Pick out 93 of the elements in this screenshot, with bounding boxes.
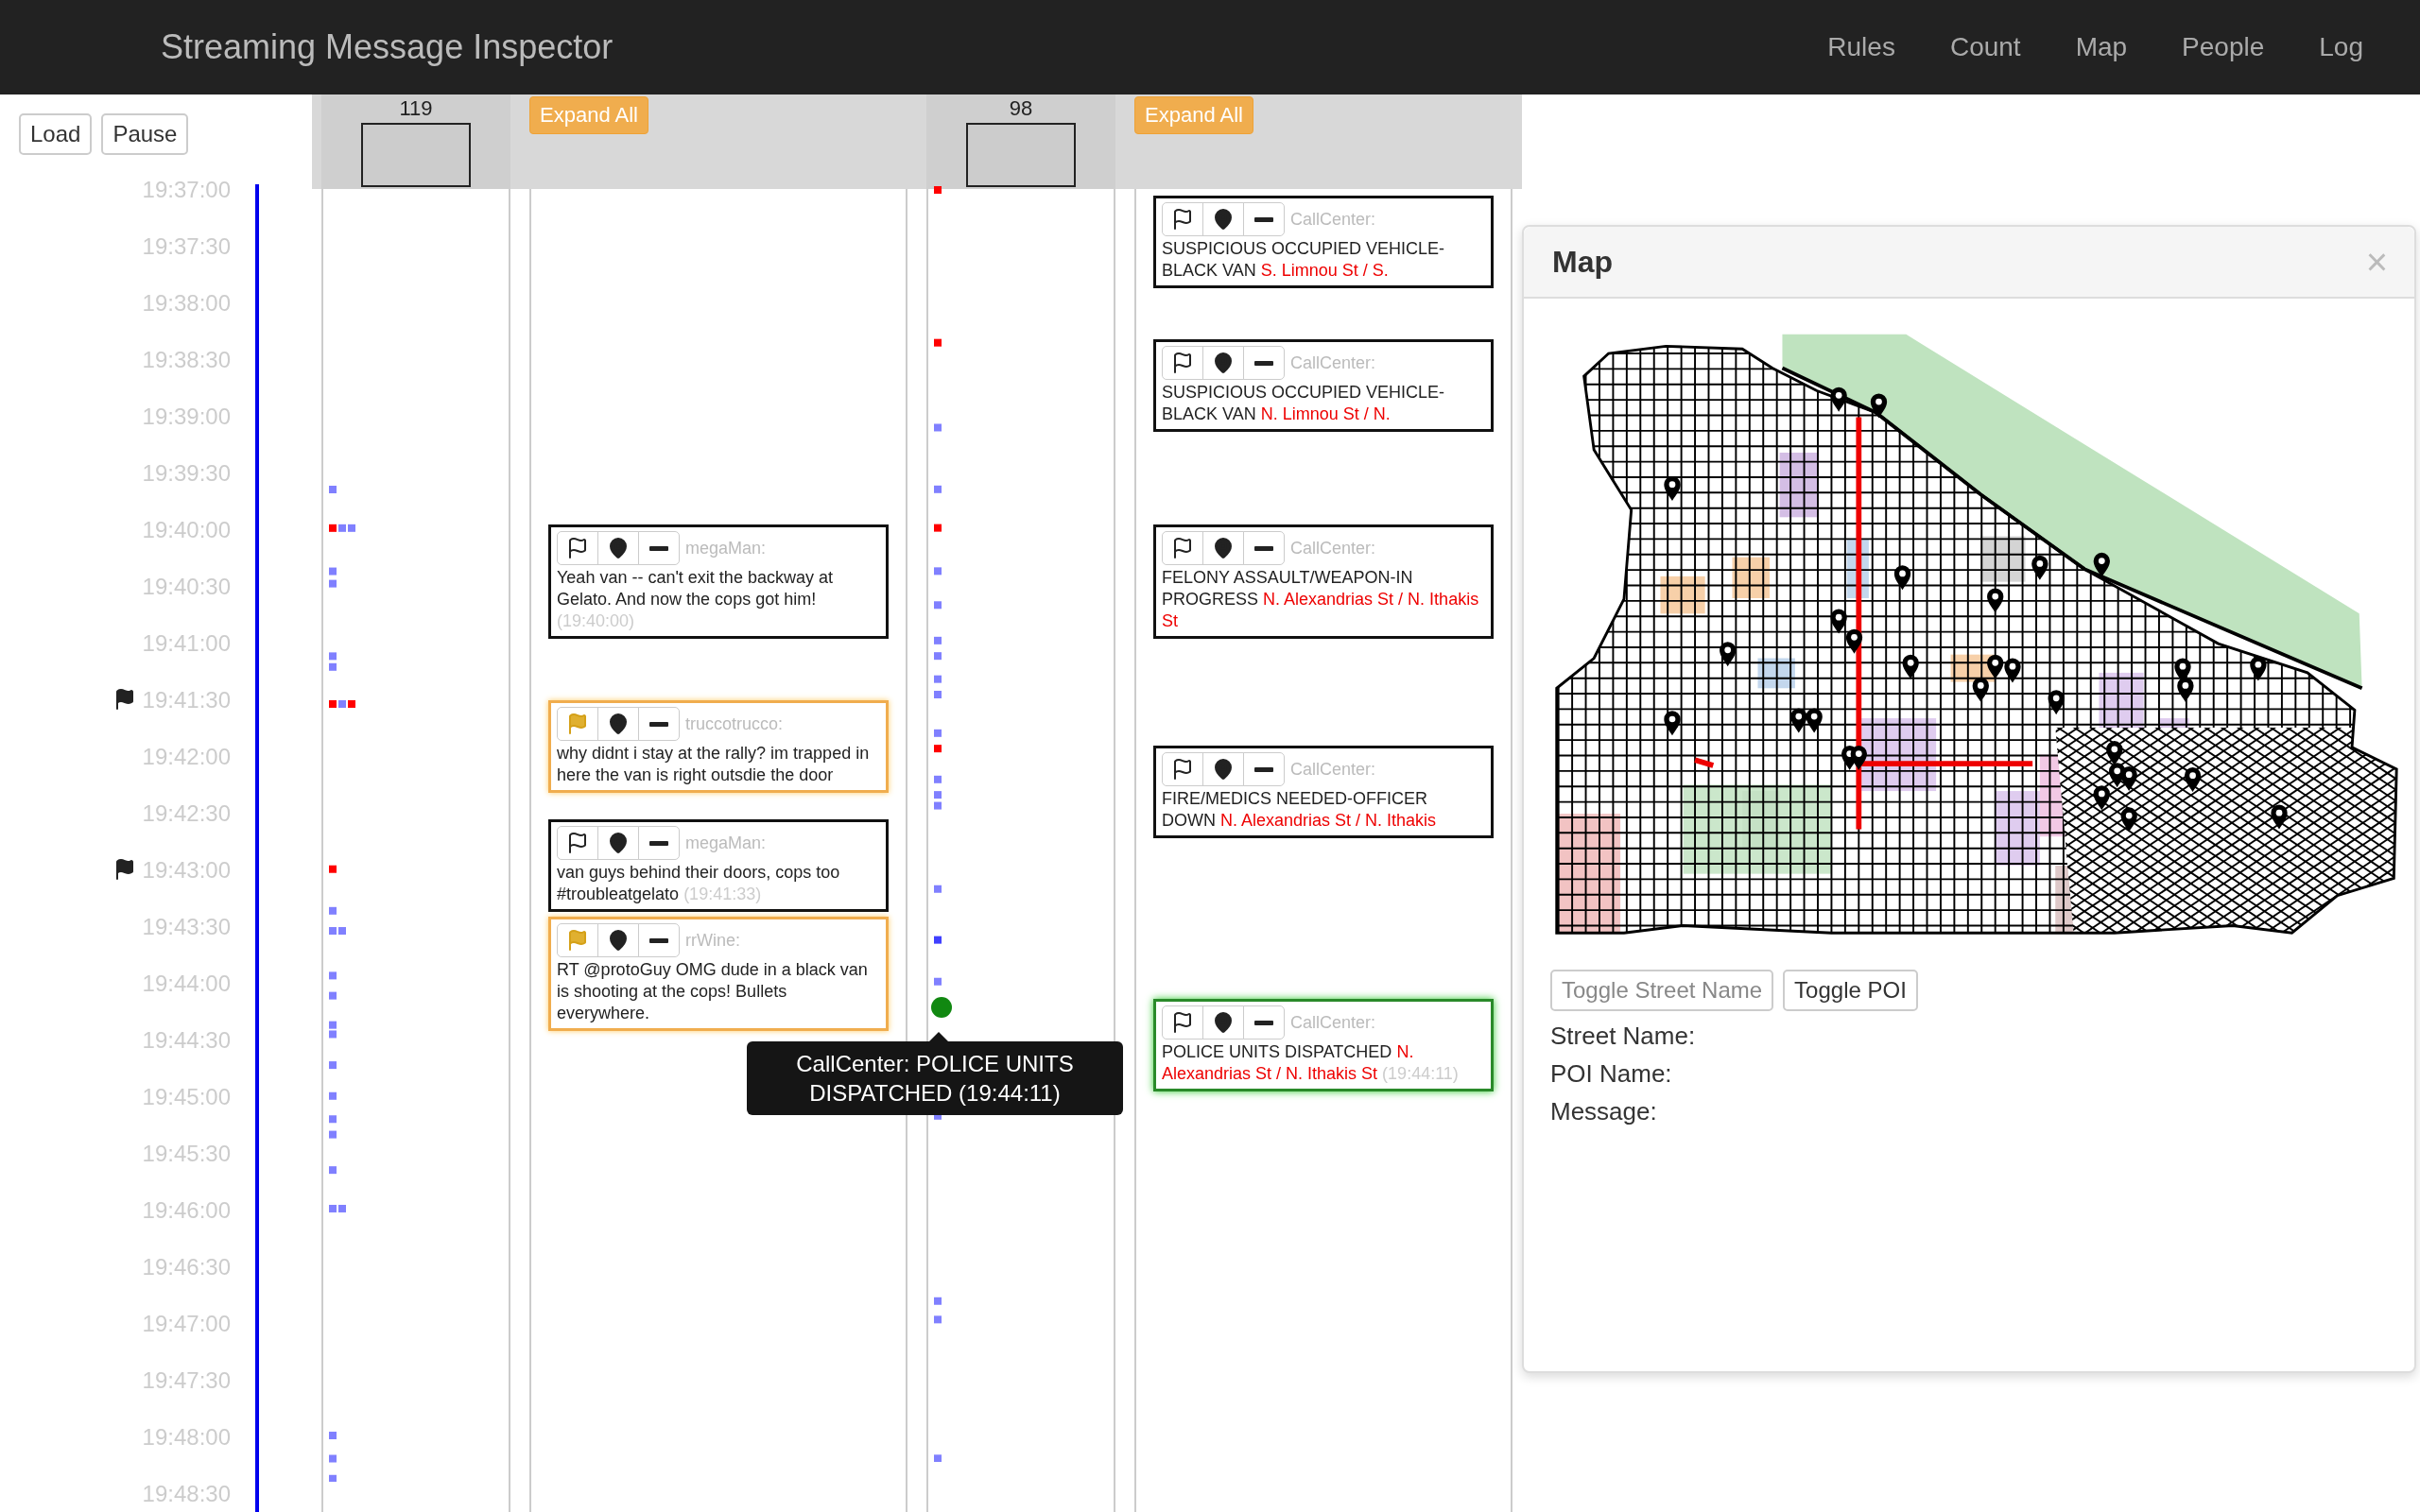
flag-button[interactable] xyxy=(1162,752,1203,786)
locate-button[interactable] xyxy=(1202,752,1244,786)
flag-button[interactable] xyxy=(557,826,598,860)
collapse-button[interactable] xyxy=(638,826,680,860)
message-card[interactable]: CallCenter: FELONY ASSAULT/WEAPON-IN PROGRESS N. Alexandrias St / N. Ithakis St xyxy=(1153,524,1494,639)
collapse-button[interactable] xyxy=(638,531,680,565)
message-text: why didnt i stay at the rally? im trapped in here the van is right outsdie the door xyxy=(557,743,871,786)
map-pin-icon xyxy=(607,713,630,735)
event-count: 98 xyxy=(1009,96,1033,121)
message-card[interactable]: CallCenter: SUSPICIOUS OCCUPIED VEHICLE-BLACK VAN S. Limnou St / S. xyxy=(1153,196,1494,288)
flag-icon xyxy=(1171,758,1194,781)
collapse-button[interactable] xyxy=(1243,752,1285,786)
user-name: megaMan: xyxy=(685,833,767,853)
locate-button[interactable] xyxy=(597,707,639,741)
flag-icon xyxy=(566,537,589,559)
minus-icon xyxy=(649,937,668,943)
message-card[interactable]: truccotrucco: why didnt i stay at the rally? im trapped in here the van is right outsdie the door xyxy=(548,700,889,793)
flag-button[interactable] xyxy=(1162,1005,1203,1040)
message-text: SUSPICIOUS OCCUPIED VEHICLE-BLACK VAN S. Limnou St / S. xyxy=(1162,238,1446,282)
flag-icon xyxy=(1171,208,1194,231)
nav-link[interactable]: People xyxy=(2182,32,2265,62)
user-name: CallCenter: xyxy=(1290,352,1376,373)
locate-button[interactable] xyxy=(1202,202,1244,236)
map-pin-icon xyxy=(607,832,630,854)
tooltip-arrow xyxy=(929,1032,948,1041)
message-card[interactable]: CallCenter: FIRE/MEDICS NEEDED-OFFICER DOWN N. Alexandrias St / N. Ithakis xyxy=(1153,746,1494,838)
map-pin-icon xyxy=(1212,208,1235,231)
flag-icon xyxy=(1171,352,1194,374)
flag-icon xyxy=(566,713,589,735)
flag-icon xyxy=(1171,1011,1194,1034)
message-card[interactable]: CallCenter: SUSPICIOUS OCCUPIED VEHICLE-BLACK VAN N. Limnou St / N. xyxy=(1153,339,1494,432)
panel-title: Map xyxy=(1552,244,1613,280)
info-label: POI Name: xyxy=(1550,1058,1673,1090)
user-name: megaMan: xyxy=(685,538,767,558)
toggle-button[interactable]: Toggle POI xyxy=(1783,970,1918,1011)
control-button[interactable]: Load xyxy=(19,113,93,155)
message-text: RT @protoGuy OMG dude in a black van is shooting at the cops! Bullets everywhere. xyxy=(557,959,869,1024)
event-count: 119 xyxy=(399,96,433,121)
map-pin-icon xyxy=(1212,758,1235,781)
app-title: Streaming Message Inspector xyxy=(161,27,614,67)
message-text: SUSPICIOUS OCCUPIED VEHICLE-BLACK VAN N. Limnou St / N. xyxy=(1162,382,1446,425)
locate-button[interactable] xyxy=(1202,1005,1244,1040)
nav-link[interactable]: Log xyxy=(2319,32,2363,62)
collapse-button[interactable] xyxy=(1243,1005,1285,1040)
viewport-box[interactable] xyxy=(966,123,1076,187)
map-pin-icon xyxy=(1212,1011,1235,1034)
user-name: CallCenter: xyxy=(1290,209,1376,230)
minus-icon xyxy=(649,840,668,846)
locate-button[interactable] xyxy=(1202,531,1244,565)
locate-button[interactable] xyxy=(597,923,639,957)
nav-link[interactable]: Count xyxy=(1949,32,2021,62)
minus-icon xyxy=(1254,766,1273,772)
flag-button[interactable] xyxy=(1162,346,1203,380)
map-pin-icon xyxy=(1212,537,1235,559)
locate-button[interactable] xyxy=(1202,346,1244,380)
flag-button[interactable] xyxy=(1162,202,1203,236)
flag-icon xyxy=(1171,537,1194,559)
nav-link[interactable]: Rules xyxy=(1827,32,1895,62)
collapse-button[interactable] xyxy=(1243,531,1285,565)
minus-icon xyxy=(1254,360,1273,366)
message-text: FELONY ASSAULT/WEAPON-IN PROGRESS N. Alexandrias St / N. Ithakis St xyxy=(1162,567,1480,632)
map-pin-icon xyxy=(1212,352,1235,374)
minus-icon xyxy=(649,721,668,727)
message-card[interactable]: rrWine: RT @protoGuy OMG dude in a black van is shooting at the cops! Bullets everywhere. xyxy=(548,917,889,1031)
collapse-button[interactable] xyxy=(1243,346,1285,380)
flag-icon xyxy=(566,832,589,854)
locate-button[interactable] xyxy=(597,531,639,565)
user-name: CallCenter: xyxy=(1290,538,1376,558)
user-name: CallCenter: xyxy=(1290,1012,1376,1033)
minus-icon xyxy=(1254,1020,1273,1025)
event-dot[interactable] xyxy=(930,996,953,1019)
control-button[interactable]: Pause xyxy=(101,113,189,155)
flag-icon xyxy=(566,929,589,952)
minus-icon xyxy=(649,545,668,551)
collapse-button[interactable] xyxy=(638,923,680,957)
viewport-box[interactable] xyxy=(361,123,471,187)
minus-icon xyxy=(1254,545,1273,551)
user-name: truccotrucco: xyxy=(685,713,784,734)
minus-icon xyxy=(1254,216,1273,222)
collapse-button[interactable] xyxy=(638,707,680,741)
user-name: CallCenter: xyxy=(1290,759,1376,780)
collapse-button[interactable] xyxy=(1243,202,1285,236)
info-label: Message: xyxy=(1550,1096,1658,1127)
info-label: Street Name: xyxy=(1550,1021,1697,1052)
nav-link[interactable]: Map xyxy=(2075,32,2128,62)
flag-button[interactable] xyxy=(557,531,598,565)
locate-button[interactable] xyxy=(597,826,639,860)
map-pin-icon xyxy=(607,537,630,559)
flag-button[interactable] xyxy=(1162,531,1203,565)
tooltip: CallCenter: POLICE UNITS DISPATCHED (19:44:11) xyxy=(747,1041,1123,1115)
message-text: FIRE/MEDICS NEEDED-OFFICER DOWN N. Alexandrias St / N. Ithakis xyxy=(1162,788,1438,832)
map-pin-icon xyxy=(607,929,630,952)
user-name: rrWine: xyxy=(685,930,740,951)
